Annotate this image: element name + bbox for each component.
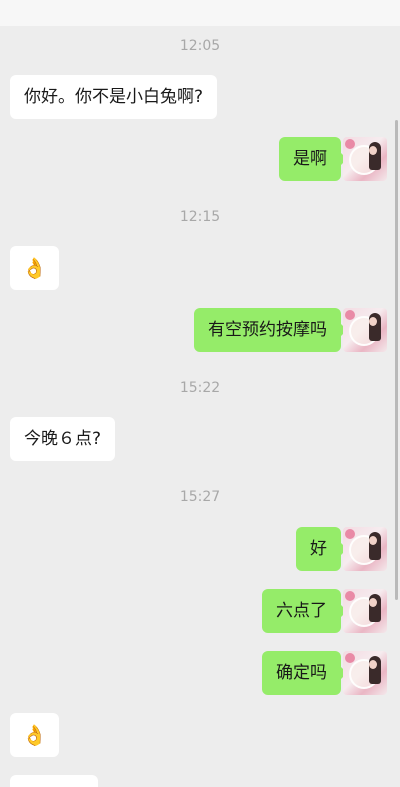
avatar-decoration	[369, 536, 377, 545]
outgoing-message[interactable]: 有空预约按摩吗	[194, 308, 347, 352]
avatar-decoration	[369, 317, 377, 326]
scrollbar[interactable]	[395, 120, 398, 600]
self-avatar[interactable]	[343, 527, 387, 571]
avatar-decoration	[369, 598, 377, 607]
self-avatar[interactable]	[343, 589, 387, 633]
timestamp: 15:27	[179, 489, 221, 505]
outgoing-message[interactable]: 确定吗	[262, 651, 347, 695]
avatar-decoration	[369, 660, 377, 669]
timestamp: 15:22	[179, 380, 221, 396]
self-avatar[interactable]	[343, 308, 387, 352]
outgoing-message[interactable]: 是啊	[279, 137, 347, 181]
incoming-message[interactable]: 你好。你不是小白兔啊?	[10, 75, 218, 119]
self-avatar[interactable]	[343, 651, 387, 695]
timestamp: 12:15	[179, 209, 221, 225]
partial-incoming-message[interactable]	[10, 775, 98, 787]
incoming-message-ok-hand-emoji[interactable]: 👌	[10, 246, 59, 290]
incoming-message[interactable]: 今晚６点?	[10, 417, 116, 461]
self-avatar[interactable]	[343, 137, 387, 181]
chat-message-list[interactable]: 12:05 你好。你不是小白兔啊? 是啊 12:15 👌 有空预约按摩吗 15:…	[0, 0, 400, 787]
avatar-decoration	[369, 146, 377, 155]
outgoing-message[interactable]: 好	[296, 527, 347, 571]
timestamp: 12:05	[179, 38, 221, 54]
outgoing-message[interactable]: 六点了	[262, 589, 347, 633]
incoming-message-ok-hand-emoji[interactable]: 👌	[10, 713, 59, 757]
